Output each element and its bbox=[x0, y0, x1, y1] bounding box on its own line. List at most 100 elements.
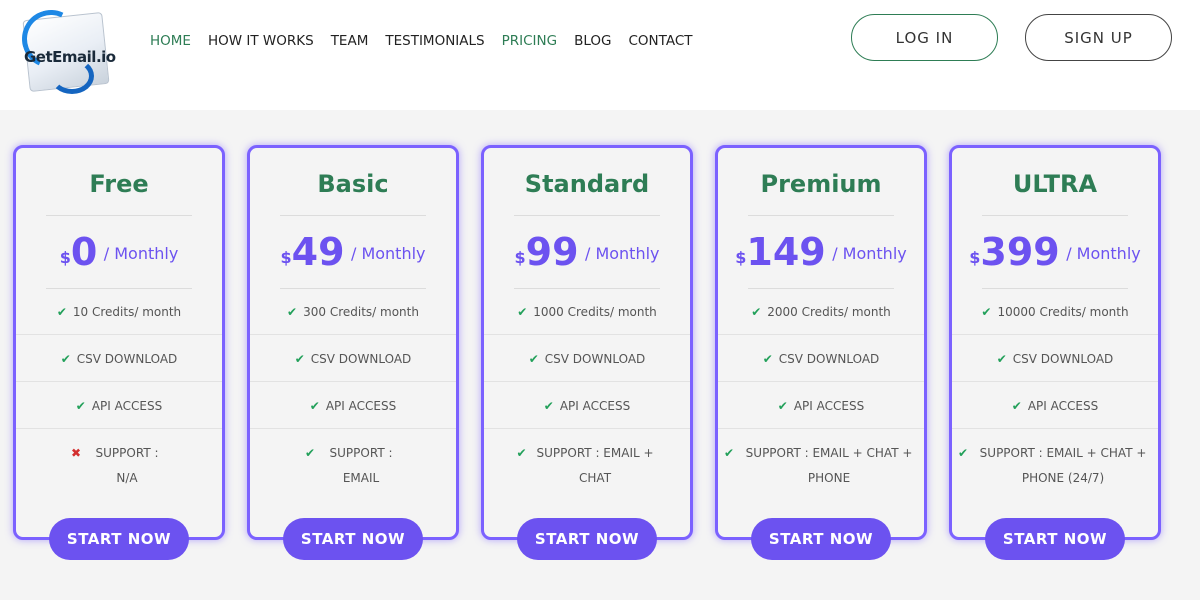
plan-name: Premium bbox=[760, 170, 882, 198]
plan-price: $99 / Monthly bbox=[484, 230, 690, 274]
start-now-button[interactable]: START NOW bbox=[49, 518, 189, 560]
divider bbox=[952, 334, 1158, 335]
feature-item: ✔ 300 Credits/ month bbox=[250, 300, 456, 325]
feature-item: ✔ SUPPORT : EMAIL bbox=[250, 441, 456, 491]
plan-price: $49 / Monthly bbox=[250, 230, 456, 274]
start-now-button[interactable]: START NOW bbox=[985, 518, 1125, 560]
divider bbox=[514, 215, 660, 216]
currency-symbol: $ bbox=[59, 248, 71, 267]
check-icon: ✔ bbox=[528, 352, 539, 366]
price-amount: 99 bbox=[525, 230, 579, 274]
feature-item: ✔ 1000 Credits/ month bbox=[484, 300, 690, 325]
plan-name: Basic bbox=[317, 170, 389, 198]
price-amount: 399 bbox=[980, 230, 1060, 274]
nav-blog[interactable]: BLOG bbox=[574, 32, 611, 50]
divider bbox=[718, 334, 924, 335]
login-button[interactable]: LOG IN bbox=[851, 14, 998, 61]
feature-item: ✔ SUPPORT : EMAIL + CHAT + PHONE (24/7) bbox=[952, 441, 1158, 491]
divider bbox=[46, 288, 192, 289]
check-icon: ✔ bbox=[56, 305, 67, 319]
price-amount: 149 bbox=[746, 230, 826, 274]
check-icon: ✔ bbox=[751, 305, 762, 319]
price-period: / Monthly bbox=[832, 244, 907, 263]
site-logo[interactable]: GetEmail.io bbox=[13, 1, 116, 94]
feature-item: ✔ API ACCESS bbox=[250, 394, 456, 419]
check-icon: ✔ bbox=[75, 399, 86, 413]
check-icon: ✔ bbox=[304, 446, 316, 460]
feature-item: ✔ API ACCESS bbox=[484, 394, 690, 419]
nav-how-it-works[interactable]: HOW IT WORKS bbox=[208, 32, 314, 50]
divider bbox=[952, 381, 1158, 382]
plan-card-premium: Premium $149 / Monthly ✔ 2000 Credits/ mo… bbox=[715, 145, 927, 560]
plan-name: ULTRA bbox=[1012, 170, 1098, 198]
nav-pricing[interactable]: PRICING bbox=[502, 32, 557, 50]
check-icon: ✔ bbox=[1011, 399, 1022, 413]
feature-item: ✔ 10 Credits/ month bbox=[16, 300, 222, 325]
main-nav: HOME HOW IT WORKS TEAM TESTIMONIALS PRIC… bbox=[150, 32, 710, 50]
check-icon: ✔ bbox=[60, 352, 71, 366]
check-icon: ✔ bbox=[294, 352, 305, 366]
plan-price: $149 / Monthly bbox=[718, 230, 924, 274]
start-now-button[interactable]: START NOW bbox=[283, 518, 423, 560]
feature-item: ✔ API ACCESS bbox=[16, 394, 222, 419]
site-header: GetEmail.io HOME HOW IT WORKS TEAM TESTI… bbox=[0, 0, 1200, 110]
currency-symbol: $ bbox=[735, 248, 747, 267]
divider bbox=[748, 288, 894, 289]
divider bbox=[484, 428, 690, 429]
plan-card-free: Free $0 / Monthly ✔ 10 Credits/ month ✔ CS… bbox=[13, 145, 225, 560]
plan-card-standard: Standard $99 / Monthly ✔ 1000 Credits/ mo… bbox=[481, 145, 693, 560]
check-icon: ✔ bbox=[981, 305, 992, 319]
feature-item: ✔ CSV DOWNLOAD bbox=[484, 347, 690, 372]
currency-symbol: $ bbox=[280, 248, 292, 267]
check-icon: ✔ bbox=[723, 446, 735, 460]
nav-testimonials[interactable]: TESTIMONIALS bbox=[385, 32, 484, 50]
price-amount: 49 bbox=[291, 230, 345, 274]
divider bbox=[484, 381, 690, 382]
check-icon: ✔ bbox=[287, 305, 298, 319]
feature-item: ✔ SUPPORT : EMAIL + CHAT bbox=[484, 441, 690, 491]
check-icon: ✔ bbox=[957, 446, 969, 460]
divider bbox=[46, 215, 192, 216]
divider bbox=[16, 381, 222, 382]
divider bbox=[280, 215, 426, 216]
currency-symbol: $ bbox=[969, 248, 981, 267]
nav-team[interactable]: TEAM bbox=[331, 32, 369, 50]
feature-item: ✔ CSV DOWNLOAD bbox=[16, 347, 222, 372]
feature-item: ✔ API ACCESS bbox=[952, 394, 1158, 419]
check-icon: ✔ bbox=[996, 352, 1007, 366]
check-icon: ✔ bbox=[777, 399, 788, 413]
divider bbox=[982, 288, 1128, 289]
divider bbox=[718, 428, 924, 429]
start-now-button[interactable]: START NOW bbox=[517, 518, 657, 560]
divider bbox=[250, 428, 456, 429]
feature-item: ✔ 10000 Credits/ month bbox=[952, 300, 1158, 325]
divider bbox=[16, 334, 222, 335]
feature-item: ✔ CSV DOWNLOAD bbox=[250, 347, 456, 372]
plan-price: $0 / Monthly bbox=[16, 230, 222, 274]
plan-card-ultra: ULTRA $399 / Monthly ✔ 10000 Credits/ mon… bbox=[949, 145, 1161, 560]
check-icon: ✔ bbox=[309, 399, 320, 413]
price-period: / Monthly bbox=[1066, 244, 1141, 263]
check-icon: ✔ bbox=[543, 399, 554, 413]
check-icon: ✔ bbox=[516, 446, 527, 460]
nav-home[interactable]: HOME bbox=[150, 32, 191, 50]
divider bbox=[718, 381, 924, 382]
price-amount: 0 bbox=[70, 230, 98, 274]
divider bbox=[982, 215, 1128, 216]
divider bbox=[250, 381, 456, 382]
start-now-button[interactable]: START NOW bbox=[751, 518, 891, 560]
cross-icon: ✖ bbox=[70, 446, 82, 460]
divider bbox=[484, 334, 690, 335]
signup-button[interactable]: SIGN UP bbox=[1025, 14, 1172, 61]
divider bbox=[250, 334, 456, 335]
nav-contact[interactable]: CONTACT bbox=[629, 32, 693, 50]
plan-name: Standard bbox=[524, 170, 650, 198]
plan-card-basic: Basic $49 / Monthly ✔ 300 Credits/ month … bbox=[247, 145, 459, 560]
feature-item: ✔ CSV DOWNLOAD bbox=[718, 347, 924, 372]
price-period: / Monthly bbox=[103, 244, 179, 263]
check-icon: ✔ bbox=[762, 352, 773, 366]
logo-text: GetEmail.io bbox=[24, 48, 116, 66]
check-icon: ✔ bbox=[517, 305, 528, 319]
feature-item: ✔ API ACCESS bbox=[718, 394, 924, 419]
feature-item: ✔ 2000 Credits/ month bbox=[718, 300, 924, 325]
